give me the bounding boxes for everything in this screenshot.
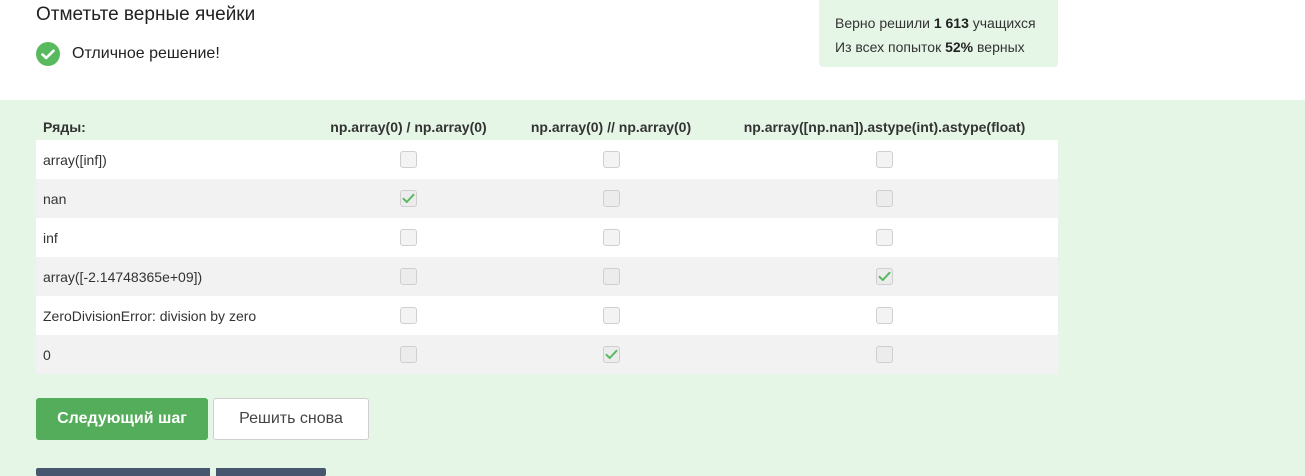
checkbox[interactable] <box>876 190 893 207</box>
checkbox[interactable] <box>602 307 620 324</box>
result-text: Отличное решение! <box>72 45 220 62</box>
result-status: Отличное решение! <box>36 42 220 66</box>
checkbox-cell <box>511 190 711 207</box>
checkbox-cell <box>511 151 711 168</box>
matching-table: Ряды: np.array(0) / np.array(0) np.array… <box>36 114 1058 374</box>
checkbox-cell <box>511 346 711 363</box>
rows-header: Ряды: <box>43 119 86 135</box>
checkbox-cell <box>711 229 1058 246</box>
row-label: nan <box>43 190 67 207</box>
checkbox[interactable] <box>400 346 417 363</box>
table-header-row: Ряды: np.array(0) / np.array(0) np.array… <box>36 114 1058 140</box>
table-row: ZeroDivisionError: division by zero <box>36 296 1058 335</box>
checkbox[interactable] <box>602 268 620 285</box>
checkbox-cell <box>306 346 511 363</box>
checkbox-cell <box>711 151 1058 168</box>
next-step-button[interactable]: Следующий шаг <box>36 398 208 440</box>
stats-solved-suffix: учащихся <box>972 15 1036 31</box>
row-label: ZeroDivisionError: division by zero <box>43 307 257 324</box>
task-title: Отметьте верные ячейки <box>36 4 256 25</box>
checkbox-cell <box>711 190 1058 207</box>
success-check-icon <box>36 42 60 66</box>
checkbox-cell <box>511 268 711 285</box>
stats-attempts-percent: 52% <box>945 39 974 55</box>
checkbox-cell <box>711 307 1058 324</box>
row-label: inf <box>43 229 58 246</box>
checkbox-checked[interactable] <box>602 346 620 363</box>
table-row: array([inf]) <box>36 140 1058 179</box>
checkbox-cell <box>711 346 1058 363</box>
checkbox-cell <box>711 268 1058 285</box>
checkbox-cell <box>511 307 711 324</box>
row-label: 0 <box>43 346 51 363</box>
stats-solved-prefix: Верно решили <box>835 15 930 31</box>
stats-solved-line: Верно решили 1 613 учащихся <box>835 11 1042 35</box>
checkbox[interactable] <box>876 307 893 324</box>
checkmark-icon <box>878 271 891 281</box>
checkbox-cell <box>306 190 511 207</box>
column-header: np.array([np.nan]).astype(int).astype(fl… <box>743 119 1026 135</box>
row-label: array([inf]) <box>43 151 107 168</box>
stats-attempts-line: Из всех попыток 52% верных <box>835 35 1042 59</box>
checkbox[interactable] <box>876 229 893 246</box>
checkbox-checked[interactable] <box>400 190 417 207</box>
stats-panel: Верно решили 1 613 учащихся Из всех попы… <box>819 0 1058 67</box>
table-row: nan <box>36 179 1058 218</box>
stats-attempts-suffix: верных <box>977 39 1025 55</box>
checkbox-cell <box>306 229 511 246</box>
task-header: Отметьте верные ячейки Отличное решение! <box>0 0 1305 100</box>
checkbox[interactable] <box>400 268 417 285</box>
table-row: array([-2.14748365e+09]) <box>36 257 1058 296</box>
checkbox-cell <box>306 307 511 324</box>
stats-solved-count: 1 613 <box>933 15 969 31</box>
column-header: np.array(0) / np.array(0) <box>330 119 487 135</box>
checkbox[interactable] <box>602 151 620 168</box>
solve-again-button[interactable]: Решить снова <box>213 398 369 440</box>
checkbox-cell <box>306 151 511 168</box>
checkbox[interactable] <box>400 151 417 168</box>
table-row: 0 <box>36 335 1058 374</box>
checkbox[interactable] <box>876 151 893 168</box>
checkbox-cell <box>306 268 511 285</box>
stats-attempts-prefix: Из всех попыток <box>835 39 942 55</box>
table-row: inf <box>36 218 1058 257</box>
column-header: np.array(0) // np.array(0) <box>530 119 692 135</box>
row-label: array([-2.14748365e+09]) <box>43 268 203 285</box>
checkbox-checked[interactable] <box>876 268 893 285</box>
checkbox[interactable] <box>602 229 620 246</box>
checkbox[interactable] <box>602 190 620 207</box>
checkmark-icon <box>402 193 415 203</box>
checkbox-cell <box>511 229 711 246</box>
checkmark-icon <box>605 349 617 359</box>
checkbox[interactable] <box>400 307 417 324</box>
checkbox[interactable] <box>876 346 893 363</box>
cutoff-text <box>36 466 336 476</box>
table-body: array([inf]) nan inf array([-2.14748365e+09… <box>36 140 1058 374</box>
checkbox[interactable] <box>400 229 417 246</box>
